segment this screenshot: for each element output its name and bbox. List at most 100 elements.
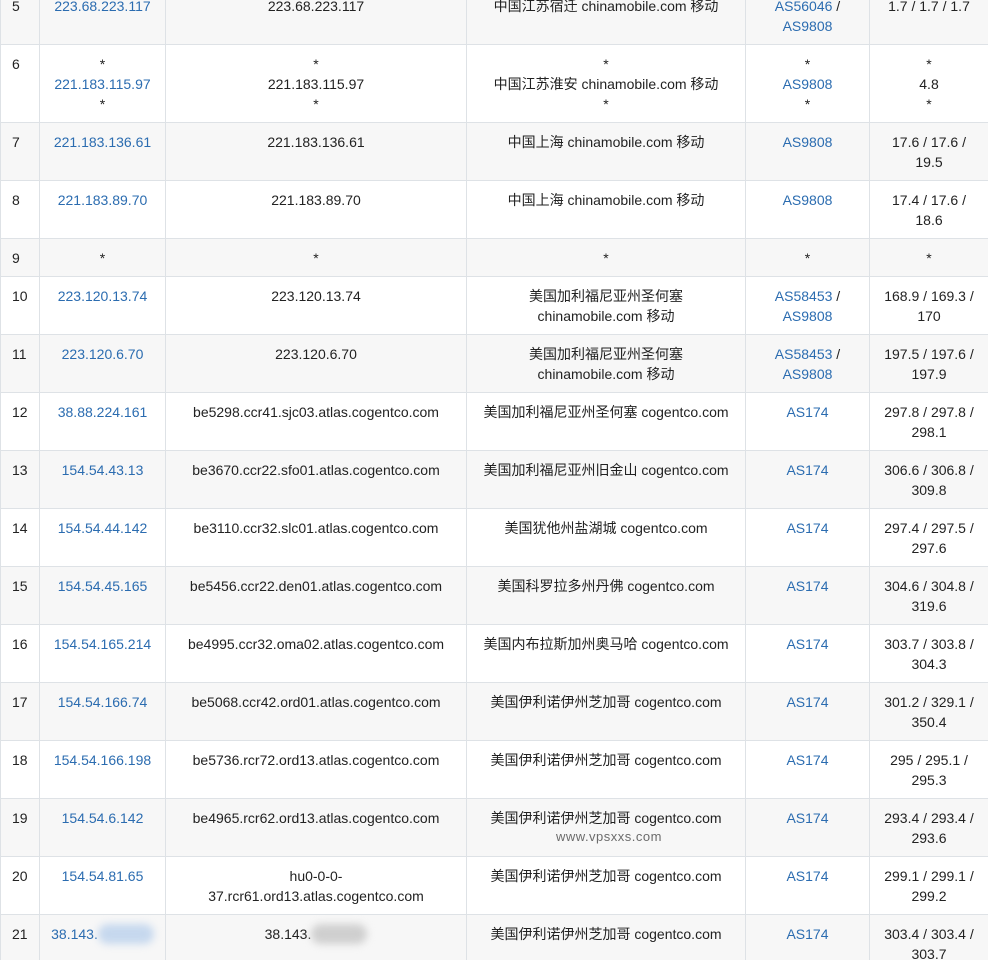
hop-location: 美国加利福尼亚州圣何塞 [529, 288, 683, 304]
hop-ip-link[interactable]: 154.54.166.198 [54, 752, 151, 768]
hop-row: 11 223.120.6.70 223.120.6.70 美国加利福尼亚州圣何塞 chi… [0, 334, 988, 393]
hop-location: * [603, 250, 609, 266]
hop-ip-link[interactable]: 38.88.224.161 [58, 404, 148, 420]
hop-row: 9 * * * * * [0, 238, 988, 277]
asn-link[interactable]: AS58453 [775, 346, 833, 362]
asn-link[interactable]: AS174 [786, 404, 828, 420]
hop-hostname: 38.143. [264, 926, 312, 942]
hop-ip-link[interactable]: 223.120.13.74 [58, 288, 148, 304]
hop-ip-link[interactable]: 154.54.45.165 [58, 578, 148, 594]
hop-ip-cell: 154.54.44.142 [39, 508, 166, 567]
hop-latency-cell: 17.6 / 17.6 / 19.5 [869, 122, 988, 181]
hop-hostname-cell: 221.183.136.61 [165, 122, 467, 181]
hop-number: 12 [0, 392, 40, 451]
hop-ip-cell: 154.54.166.198 [39, 740, 166, 799]
asn-link[interactable]: AS174 [786, 694, 828, 710]
hop-number: 5 [0, 0, 40, 45]
asn-link[interactable]: AS174 [786, 810, 828, 826]
hop-latency-cell: 297.4 / 297.5 / 297.6 [869, 508, 988, 567]
hop-hostname-cell: be5456.ccr22.den01.atlas.cogentco.com [165, 566, 467, 625]
hop-ip-cell: 38.143. [39, 914, 166, 960]
hop-latency-cell: 299.1 / 299.1 / 299.2 [869, 856, 988, 915]
asn-link[interactable]: AS9808 [783, 134, 833, 150]
hop-number: 9 [0, 238, 40, 277]
hop-ip-link[interactable]: 154.54.165.214 [54, 636, 151, 652]
hop-hostname-cell: 38.143. [165, 914, 467, 960]
hop-ip-link[interactable]: 154.54.166.74 [58, 694, 148, 710]
asn-link[interactable]: AS9808 [783, 18, 833, 34]
hop-row: 13 154.54.43.13 be3670.ccr22.sfo01.atlas.c… [0, 450, 988, 509]
hop-location: * [603, 56, 609, 72]
hop-ip-link[interactable]: 221.183.115.97 [54, 76, 150, 92]
hop-ip-link[interactable]: 221.183.89.70 [58, 192, 148, 208]
hop-ip-link[interactable]: 38.143. [51, 926, 98, 942]
hop-asn-cell: AS174 [745, 798, 870, 857]
hop-location-cell: 中国上海 chinamobile.com 移动 [466, 122, 746, 181]
hop-latency-cell: 303.7 / 303.8 / 304.3 [869, 624, 988, 683]
asn-link[interactable]: AS56046 [775, 0, 833, 14]
hop-ip-link[interactable]: 154.54.44.142 [58, 520, 148, 536]
hop-hostname: be5456.ccr22.den01.atlas.cogentco.com [189, 578, 443, 594]
hop-latency: 298.1 [911, 424, 947, 440]
asn-link[interactable]: AS174 [786, 520, 828, 536]
asn-link[interactable]: AS9808 [783, 192, 833, 208]
asn-link[interactable]: AS174 [786, 752, 828, 768]
hop-row: 20 154.54.81.65 hu0-0-0- 37.rcr61.ord13.atl… [0, 856, 988, 915]
hop-latency: 303.7 / 303.8 / [884, 636, 974, 652]
hop-asn-cell: AS174 [745, 508, 870, 567]
asn-link: * [804, 96, 811, 112]
asn-link[interactable]: AS174 [786, 868, 828, 884]
hop-ip-link[interactable]: 221.183.136.61 [54, 134, 151, 150]
hop-hostname: 223.68.223.117 [267, 0, 365, 14]
hop-number: 17 [0, 682, 40, 741]
hop-hostname-cell: be5736.rcr72.ord13.atlas.cogentco.com [165, 740, 467, 799]
hop-row: 19 154.54.6.142 be4965.rcr62.ord13.atlas.c… [0, 798, 988, 857]
hop-latency-cell: 303.4 / 303.4 / 303.7 [869, 914, 988, 960]
asn-separator: / [832, 0, 841, 14]
redacted-ip-blur [97, 924, 154, 944]
asn-link[interactable]: AS174 [786, 926, 828, 942]
hop-row: 8 221.183.89.70 221.183.89.70 中国上海 chinamob… [0, 180, 988, 239]
hop-latency: 304.3 [911, 656, 947, 672]
hop-location: 中国江苏淮安 chinamobile.com 移动 [493, 76, 719, 92]
hop-location: 美国伊利诺伊州芝加哥 cogentco.com [490, 694, 722, 710]
asn-link[interactable]: AS58453 [775, 288, 833, 304]
hop-ip-link[interactable]: 154.54.6.142 [62, 810, 144, 826]
hop-location: 中国上海 chinamobile.com 移动 [507, 192, 705, 208]
hop-number: 20 [0, 856, 40, 915]
hop-ip-link[interactable]: 223.120.6.70 [62, 346, 144, 362]
asn-link[interactable]: AS174 [786, 462, 828, 478]
asn-link[interactable]: AS9808 [783, 76, 833, 92]
hop-location-cell: 美国加利福尼亚州圣何塞 chinamobile.com 移动 [466, 334, 746, 393]
hop-latency: 297.4 / 297.5 / [884, 520, 974, 536]
hop-location: 美国伊利诺伊州芝加哥 cogentco.com [490, 868, 722, 884]
hop-hostname: be3110.ccr32.slc01.atlas.cogentco.com [193, 520, 439, 536]
hop-location: * [603, 96, 609, 112]
hop-row: 14 154.54.44.142 be3110.ccr32.slc01.atlas.… [0, 508, 988, 567]
hop-location-cell: 美国伊利诺伊州芝加哥 cogentco.com [466, 682, 746, 741]
hop-location: 中国上海 chinamobile.com 移动 [507, 134, 705, 150]
hop-hostname-cell: * 221.183.115.97 * [165, 44, 467, 123]
hop-location: 美国加利福尼亚州旧金山 cogentco.com [483, 462, 729, 478]
hop-ip-cell: 154.54.81.65 [39, 856, 166, 915]
hop-location: 美国伊利诺伊州芝加哥 cogentco.com [490, 810, 722, 826]
asn-link[interactable]: AS9808 [783, 366, 833, 382]
asn-separator: / [832, 346, 841, 362]
hop-hostname: be3670.ccr22.sfo01.atlas.cogentco.com [192, 462, 440, 478]
asn-link[interactable]: AS9808 [783, 308, 833, 324]
hop-ip-cell: 154.54.45.165 [39, 566, 166, 625]
hop-number: 19 [0, 798, 40, 857]
hop-ip-cell: 223.120.13.74 [39, 276, 166, 335]
asn-link[interactable]: AS174 [786, 578, 828, 594]
asn-link[interactable]: AS174 [786, 636, 828, 652]
hop-latency: 303.7 [911, 946, 947, 960]
hop-ip-link[interactable]: 223.68.223.117 [54, 0, 150, 14]
hop-location-cell: 美国加利福尼亚州圣何塞 cogentco.com [466, 392, 746, 451]
hop-ip-link: * [99, 96, 106, 112]
hop-latency-cell: * 4.8 * [869, 44, 988, 123]
hop-ip-link[interactable]: 154.54.43.13 [62, 462, 144, 478]
hop-hostname-cell: be5068.ccr42.ord01.atlas.cogentco.com [165, 682, 467, 741]
redacted-host-blur [311, 924, 368, 944]
hop-ip-link[interactable]: 154.54.81.65 [62, 868, 144, 884]
hop-ip-cell: 223.120.6.70 [39, 334, 166, 393]
